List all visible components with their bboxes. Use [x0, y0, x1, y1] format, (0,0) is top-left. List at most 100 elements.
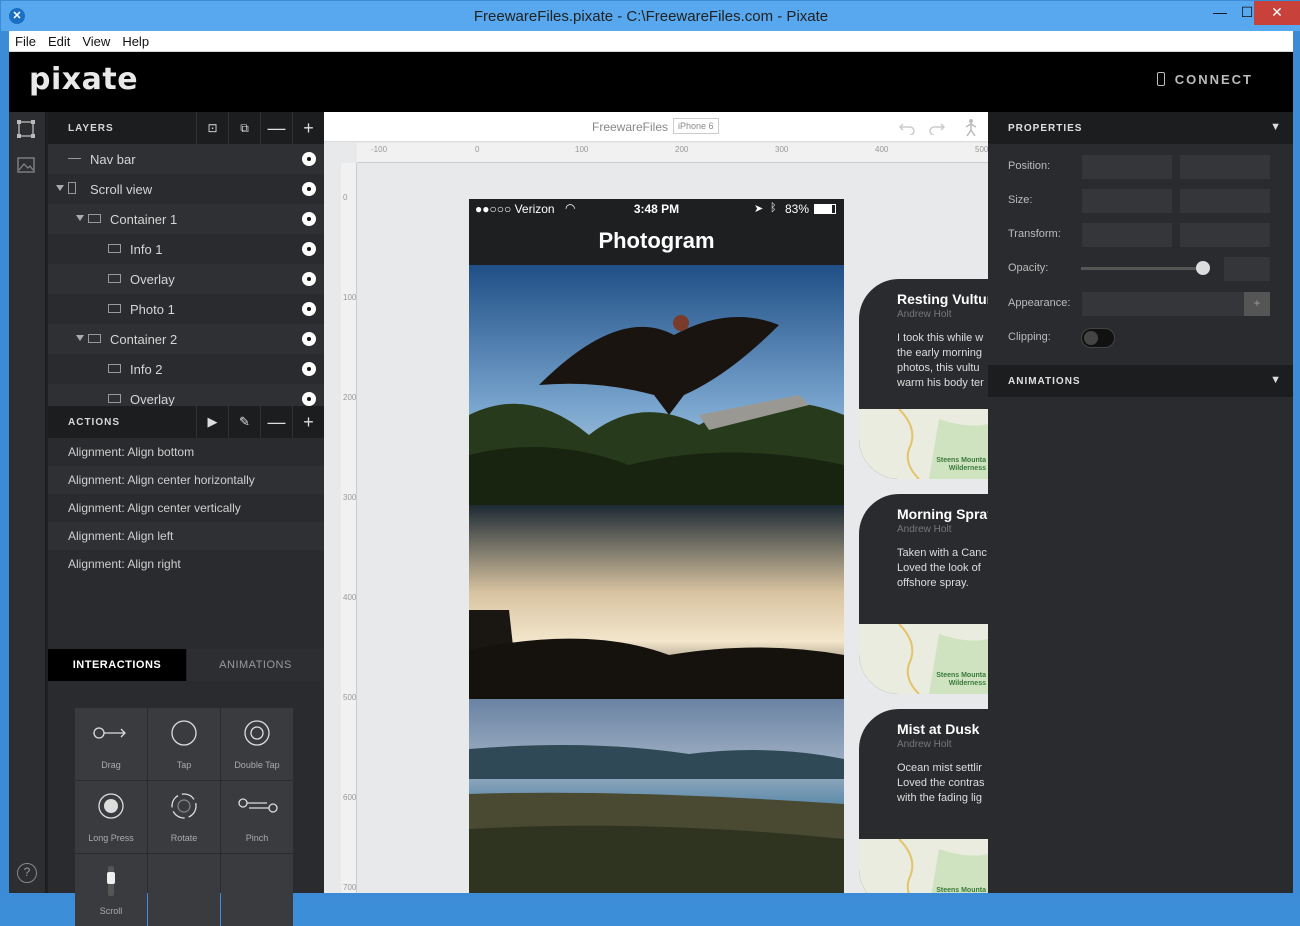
opacity-slider-handle[interactable] [1196, 261, 1210, 275]
bluetooth-icon: ᛒ [770, 202, 777, 214]
clipping-toggle[interactable] [1081, 328, 1115, 348]
gesture-label: Drag [101, 760, 121, 770]
menu-file[interactable]: File [9, 31, 42, 49]
add-layer-button[interactable]: + [292, 112, 324, 144]
image-tool-icon[interactable] [15, 154, 39, 178]
person-icon[interactable] [964, 117, 978, 137]
action-row[interactable]: Alignment: Align right [48, 550, 324, 578]
edit-icon[interactable]: ✎ [228, 406, 260, 438]
card-body-line: Ocean mist settlir [897, 762, 982, 774]
gesture-drag[interactable]: Drag [75, 708, 147, 780]
caret-down-icon[interactable] [56, 185, 64, 191]
phone-icon [1156, 72, 1165, 86]
undo-icon[interactable] [896, 119, 916, 135]
nav-title: Photogram [598, 228, 715, 253]
add-action-button[interactable]: + [292, 406, 324, 438]
visibility-icon[interactable] [302, 302, 316, 316]
rect-icon [108, 244, 121, 253]
minimize-button[interactable]: — [1206, 1, 1234, 25]
layer-row[interactable]: Overlay [48, 264, 324, 294]
gesture-pinch[interactable]: Pinch [221, 781, 293, 853]
layer-row[interactable]: Container 2 [48, 324, 324, 354]
action-row[interactable]: Alignment: Align left [48, 522, 324, 550]
visibility-icon[interactable] [302, 152, 316, 166]
card-body-line: warm his body ter [897, 377, 984, 389]
photo-mist-at-dusk[interactable] [469, 699, 844, 893]
animations-header[interactable]: ANIMATIONS ▼ [988, 365, 1293, 397]
redo-icon[interactable] [928, 119, 948, 135]
photo-info-card[interactable]: Morning Spray Andrew Holt Taken with a Can… [859, 494, 988, 694]
app-area: pixate CONNECT ? LAYERS ⊡ ⧉ — + Nav bar S… [9, 52, 1293, 926]
position-x-field[interactable] [1081, 154, 1173, 180]
map-label: Steens Mounta Wilderness [936, 887, 986, 893]
visibility-icon[interactable] [302, 212, 316, 226]
animations-title: ANIMATIONS [1008, 376, 1081, 387]
play-icon[interactable]: ▶ [196, 406, 228, 438]
connect-button[interactable]: CONNECT [1156, 72, 1253, 87]
gesture-double-tap[interactable]: Double Tap [221, 708, 293, 780]
rotation-field[interactable] [1081, 222, 1173, 248]
layer-row[interactable]: Nav bar [48, 144, 324, 174]
visibility-icon[interactable] [302, 392, 316, 406]
layer-row[interactable]: Photo 1 [48, 294, 324, 324]
duplicate-layer-icon[interactable]: ⧉ [228, 112, 260, 144]
design-canvas[interactable]: FreewareFiles iPhone 6 -100 0 100 200 30… [324, 112, 988, 893]
menu-help[interactable]: Help [116, 31, 155, 49]
action-row[interactable]: Alignment: Align center vertically [48, 494, 324, 522]
layer-name: Container 2 [110, 332, 178, 347]
layer-row[interactable]: Scroll view [48, 174, 324, 204]
properties-header[interactable]: PROPERTIES ▼ [988, 112, 1293, 144]
help-icon[interactable]: ? [17, 863, 37, 883]
menu-view[interactable]: View [76, 31, 116, 49]
action-row[interactable]: Alignment: Align center horizontally [48, 466, 324, 494]
action-row[interactable]: Alignment: Align bottom [48, 438, 324, 466]
canvas-toolbar: FreewareFiles iPhone 6 [324, 112, 988, 142]
visibility-icon[interactable] [302, 362, 316, 376]
photo-info-card[interactable]: Mist at Dusk Andrew Holt Ocean mist settli… [859, 709, 988, 893]
visibility-icon[interactable] [302, 242, 316, 256]
remove-action-button[interactable]: — [260, 406, 292, 438]
height-field[interactable] [1179, 188, 1271, 214]
photo-vulture[interactable] [469, 265, 844, 505]
close-button[interactable]: ✕ [1254, 1, 1300, 25]
width-field[interactable] [1081, 188, 1173, 214]
remove-layer-button[interactable]: — [260, 112, 292, 144]
visibility-icon[interactable] [302, 272, 316, 286]
scale-field[interactable] [1179, 222, 1271, 248]
visibility-icon[interactable] [302, 332, 316, 346]
position-y-field[interactable] [1179, 154, 1271, 180]
menu-edit[interactable]: Edit [42, 31, 76, 49]
photo-morning-spray[interactable] [469, 505, 844, 699]
gesture-scroll[interactable]: Scroll [75, 854, 147, 926]
position-label: Position: [1008, 160, 1051, 172]
tab-interactions[interactable]: INTERACTIONS [48, 649, 186, 681]
visibility-icon[interactable] [302, 182, 316, 196]
layer-row[interactable]: Container 1 [48, 204, 324, 234]
caret-down-icon[interactable] [76, 215, 84, 221]
layers-tool-icon[interactable] [15, 118, 39, 142]
gesture-rotate[interactable]: Rotate [148, 781, 220, 853]
device-selector[interactable]: iPhone 6 [673, 118, 719, 134]
card-body-line: Loved the contras [897, 777, 985, 789]
gesture-long-press[interactable]: Long Press [75, 781, 147, 853]
phone-preview[interactable]: ●●○○○ Verizon ◠ 3:48 PM ➤ ᛒ 83% Photogra… [469, 199, 844, 893]
opacity-field[interactable] [1223, 256, 1271, 282]
add-appearance-button[interactable]: + [1244, 292, 1270, 316]
gesture-tap[interactable]: Tap [148, 708, 220, 780]
layer-row[interactable]: Overlay [48, 384, 324, 406]
battery-icon [814, 204, 836, 214]
layer-row[interactable]: Info 2 [48, 354, 324, 384]
layer-name: Overlay [130, 392, 175, 406]
caret-down-icon[interactable] [76, 335, 84, 341]
opacity-slider[interactable] [1081, 267, 1203, 270]
group-layer-icon[interactable]: ⊡ [196, 112, 228, 144]
ruler-tick: 400 [875, 145, 889, 154]
appearance-field[interactable]: + [1081, 291, 1271, 317]
photo-info-card[interactable]: Resting Vultur Andrew Holt I took this whi… [859, 279, 988, 479]
tab-animations[interactable]: ANIMATIONS [186, 649, 324, 681]
layers-title: LAYERS [68, 123, 114, 134]
card-body-line: the early morning [897, 347, 982, 359]
ruler-tick: 500 [975, 145, 988, 154]
layer-row[interactable]: Info 1 [48, 234, 324, 264]
properties-title: PROPERTIES [1008, 123, 1083, 134]
